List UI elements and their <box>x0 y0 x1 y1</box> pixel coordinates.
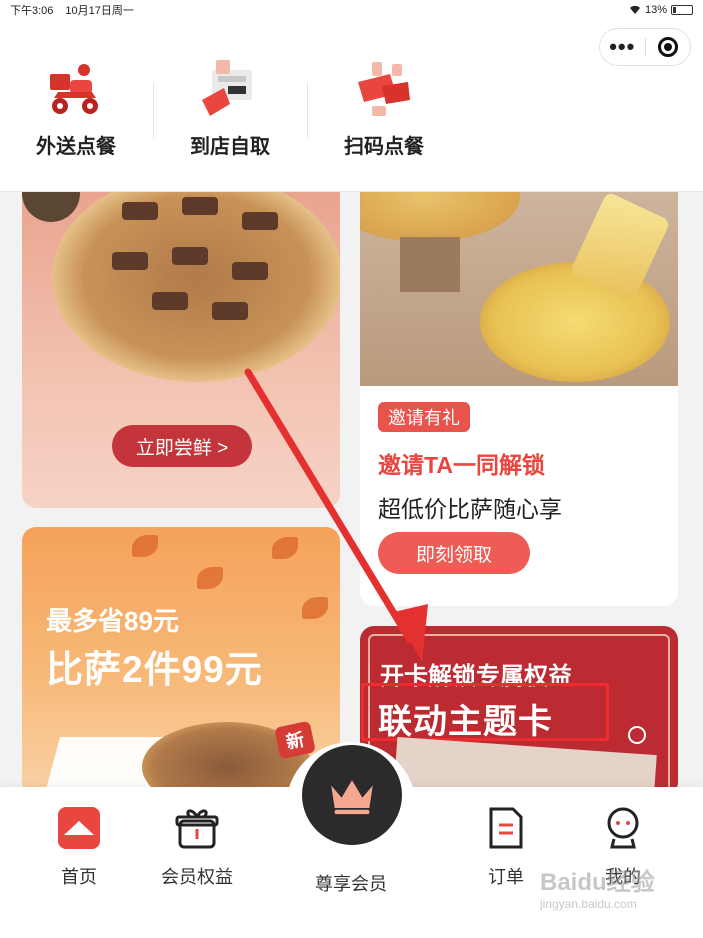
close-mini-program-button[interactable] <box>646 37 691 57</box>
maple-leaf-decor <box>302 597 328 619</box>
pickup-icon <box>198 60 262 120</box>
tab-home[interactable]: 首页 <box>19 805 139 889</box>
new-tag: 新 <box>274 720 316 760</box>
pizza-promo-card[interactable]: 立即尝鲜 > <box>22 192 340 508</box>
promo-deal-text: 比萨2件99元 <box>46 649 263 690</box>
theme-card-title: 联动主题卡 <box>378 703 553 741</box>
service-header: ••• 外送点餐 到店自取 扫码点餐 <box>0 20 703 192</box>
cheese-pizza-image <box>360 192 678 386</box>
try-now-button[interactable]: 立即尝鲜 > <box>112 425 252 467</box>
tab-vip[interactable] <box>302 745 402 845</box>
service-scan[interactable]: 扫码点餐 <box>314 60 454 159</box>
service-pickup-label: 到店自取 <box>190 136 270 158</box>
order-document-icon <box>483 805 529 851</box>
beef-pizza-image <box>52 192 340 382</box>
service-divider <box>307 82 308 138</box>
service-delivery[interactable]: 外送点餐 <box>6 60 146 159</box>
tab-member-benefits-label: 会员权益 <box>161 867 233 887</box>
invite-title: 邀请TA一同解锁 <box>378 452 545 478</box>
battery-percent: 13% <box>644 4 667 16</box>
battery-icon <box>671 5 693 15</box>
watermark-url: jingyan.baidu.com <box>540 897 637 911</box>
crown-icon <box>331 780 373 815</box>
status-time: 下午3:06 <box>10 5 54 17</box>
tab-vip-label: 尊享会员 <box>315 874 387 894</box>
invite-badge: 邀请有礼 <box>378 402 470 432</box>
target-close-icon <box>657 37 678 57</box>
service-pickup[interactable]: 到店自取 <box>160 60 300 159</box>
delivery-scooter-icon <box>44 60 108 120</box>
more-menu-icon[interactable]: ••• <box>600 36 645 58</box>
tab-member-benefits[interactable]: 会员权益 <box>137 805 257 889</box>
status-right: 13% <box>629 4 693 16</box>
maple-leaf-decor <box>197 567 223 589</box>
profile-icon <box>600 805 646 851</box>
baidu-jingyan-watermark: Baidu经验 jingyan.baidu.com <box>540 862 700 932</box>
gift-icon <box>174 805 220 851</box>
maple-leaf-decor <box>132 535 158 557</box>
mini-program-capsule: ••• <box>599 28 691 66</box>
status-bar: 下午3:06 10月17日周一 13% <box>0 0 703 20</box>
watermark-brand: Baidu经验 <box>540 869 655 896</box>
claim-now-button[interactable]: 即刻领取 <box>378 532 530 574</box>
service-scan-label: 扫码点餐 <box>344 136 424 158</box>
promo-savings-text: 最多省89元 <box>46 606 179 636</box>
service-divider <box>153 82 154 138</box>
service-delivery-label: 外送点餐 <box>36 136 116 158</box>
maple-leaf-decor <box>272 537 298 559</box>
invite-subtitle: 超低价比萨随心享 <box>378 496 562 522</box>
flower-decor-icon <box>628 726 646 744</box>
scan-order-icon <box>352 60 416 120</box>
wifi-icon <box>629 5 640 15</box>
tab-home-label: 首页 <box>61 867 97 887</box>
invite-card[interactable]: 邀请有礼 邀请TA一同解锁 超低价比萨随心享 即刻领取 <box>360 192 678 606</box>
two-pizza-deal-card[interactable]: 最多省89元 比萨2件99元 新 <box>22 527 340 797</box>
spice-bowl-image <box>22 192 80 222</box>
theme-card[interactable]: 开卡解锁专属权益 联动主题卡 <box>360 626 678 796</box>
status-date: 10月17日周一 <box>65 5 134 17</box>
home-icon <box>56 805 102 851</box>
